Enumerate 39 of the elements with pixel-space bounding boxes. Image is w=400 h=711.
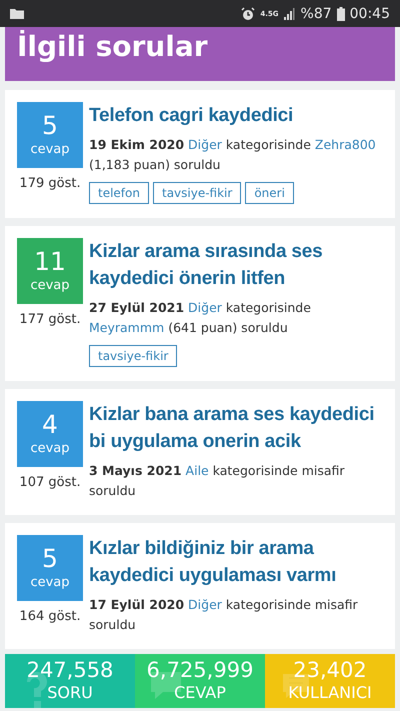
question-meta: 27 Eylül 2021 Diğer kategorisinde Meyrammm (641 puan) soruldu xyxy=(89,299,312,337)
alarm-clock-icon xyxy=(241,6,256,20)
signal-icon xyxy=(284,7,296,20)
answer-count-badge: 5 cevap xyxy=(17,535,83,601)
question-meta: 17 Eylül 2020 Diğer kategorisinde misafir soruldu xyxy=(89,596,359,634)
answer-count-badge: 5 cevap xyxy=(17,102,83,168)
folder-icon xyxy=(10,8,24,19)
answer-count-badge: 11 cevap xyxy=(17,238,83,304)
view-count: 177 göst. xyxy=(19,312,81,327)
meta-link[interactable]: Meyrammm xyxy=(89,320,164,335)
tag-link[interactable]: öneri xyxy=(245,182,294,204)
answer-count-badge: 4 cevap xyxy=(17,401,83,467)
question-title[interactable]: Kızlar bildiğiniz bir arama kaydedici uygulaması varmı xyxy=(89,535,383,589)
stat-value: 247,558 xyxy=(26,658,114,682)
view-count: 164 göst. xyxy=(19,609,81,624)
view-count: 179 göst. xyxy=(19,176,81,191)
question-title[interactable]: Telefon cagri kaydedici xyxy=(89,102,383,129)
clock-time: 00:45 xyxy=(350,6,390,22)
meta-link[interactable]: Aile xyxy=(186,463,209,478)
question-title[interactable]: Kizlar bana arama ses kaydedici bi uygulama onerin acik xyxy=(89,401,383,455)
meta-link[interactable]: Diğer xyxy=(188,300,222,315)
tag-link[interactable]: telefon xyxy=(89,182,149,204)
meta-link[interactable]: Zehra800 xyxy=(314,137,376,152)
tag-link[interactable]: tavsiye-fikir xyxy=(89,345,178,367)
question-title[interactable]: Kizlar arama sırasında ses kaydedici önerin litfen xyxy=(89,238,383,292)
tag-link[interactable]: tavsiye-fikir xyxy=(152,182,242,204)
stat-value: 23,402 xyxy=(293,658,367,682)
view-count: 107 göst. xyxy=(19,475,81,490)
page-heading: İlgili sorular xyxy=(5,27,395,81)
stat-label: SORU xyxy=(47,682,93,704)
stat-label: KULLANICI xyxy=(288,682,372,704)
battery-percent: %87 xyxy=(300,6,332,22)
question-meta: 3 Mayıs 2021 Aile kategorisinde misafir soruldu xyxy=(89,462,346,500)
stat-value: 6,725,999 xyxy=(146,658,254,682)
question-meta: 19 Ekim 2020 Diğer kategorisinde Zehra800 (1,183 puan) soruldu xyxy=(89,136,377,174)
stat-label: CEVAP xyxy=(174,682,226,704)
meta-link[interactable]: Diğer xyxy=(188,597,222,612)
meta-link[interactable]: Diğer xyxy=(188,137,222,152)
battery-icon xyxy=(336,6,345,20)
